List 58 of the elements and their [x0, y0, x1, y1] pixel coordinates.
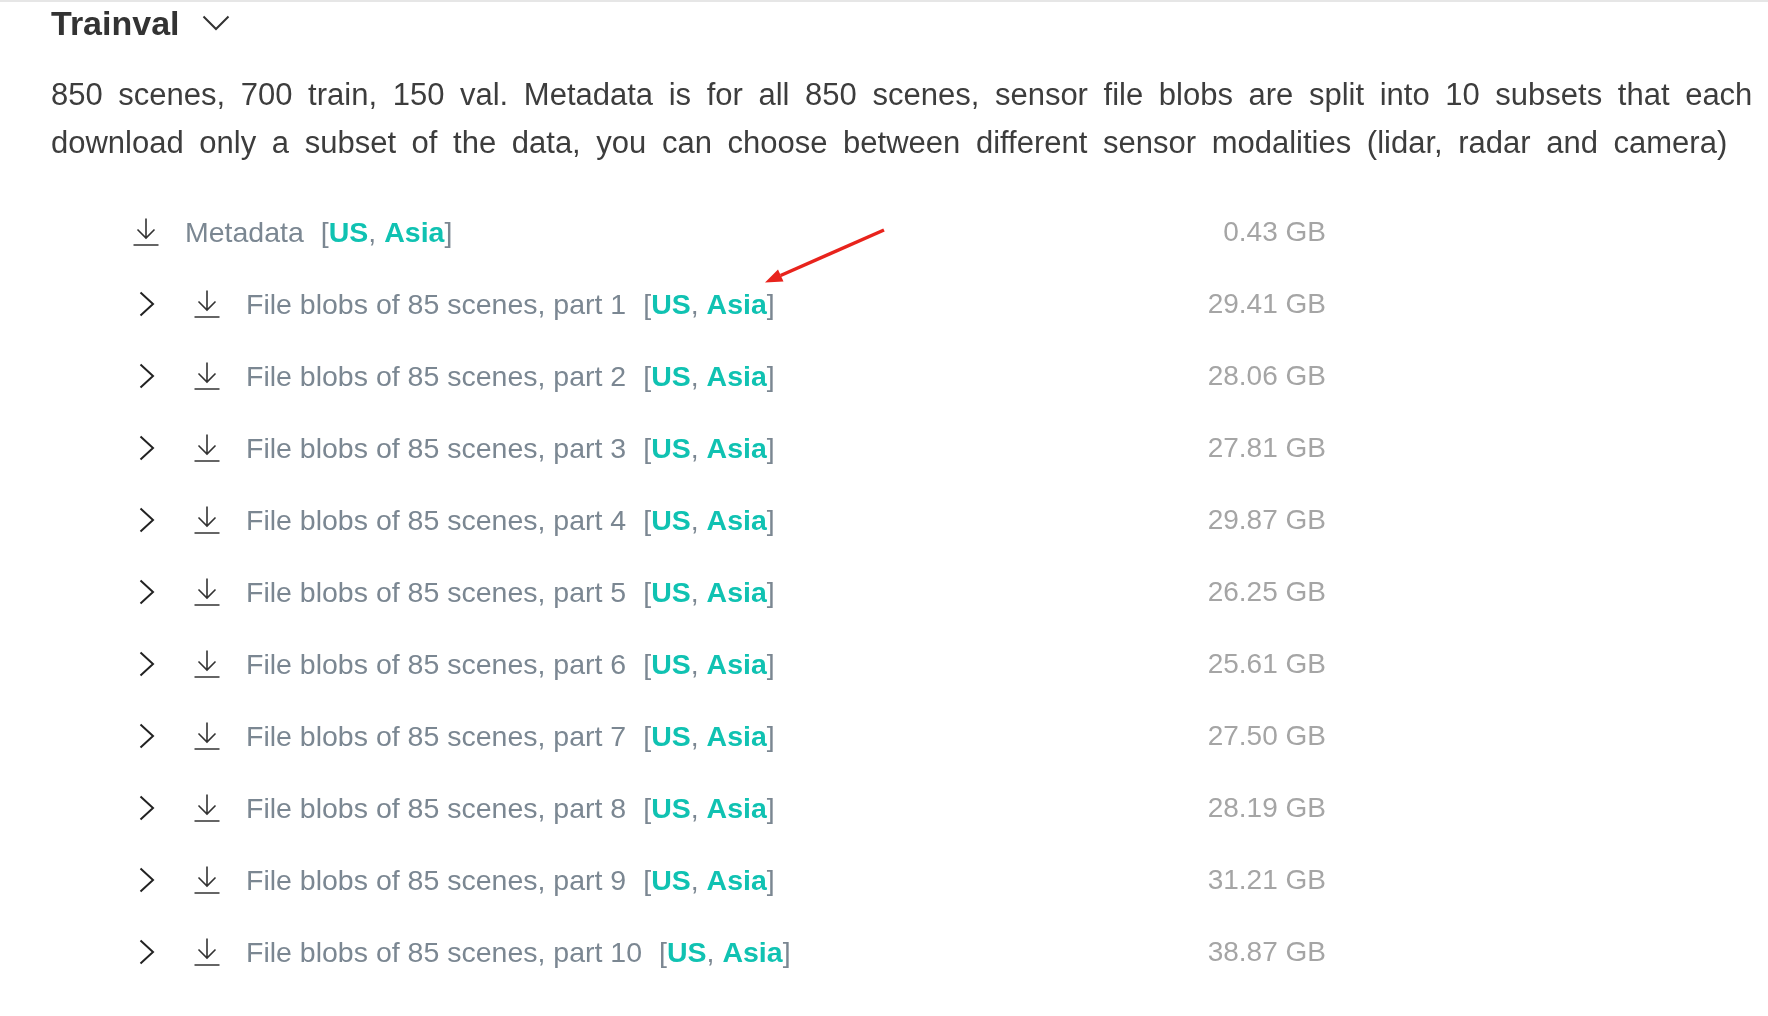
file-link[interactable]: File blobs of 85 scenes, part 5	[246, 574, 627, 610]
region-labels: [US, Asia]	[643, 647, 775, 682]
region-labels: [US, Asia]	[643, 719, 775, 754]
chevron-right-icon[interactable]	[138, 435, 155, 461]
file-size-text: 29.87 GB	[1207, 503, 1326, 537]
file-size-text: 38.87 GB	[1207, 935, 1326, 969]
file-size-text: 26.25 GB	[1207, 575, 1326, 609]
chevron-right-icon[interactable]	[138, 651, 155, 677]
chevron-right-icon[interactable]	[138, 795, 155, 821]
file-link[interactable]: File blobs of 85 scenes, part 8	[246, 790, 627, 826]
file-size-text: 27.81 GB	[1207, 431, 1326, 465]
download-icon[interactable]	[133, 218, 159, 246]
annotation-arrow-icon	[764, 228, 886, 284]
description-paragraph: 850 scenes, 700 train, 150 val. Metadata is for all 850 scenes, sensor file blobs are split into 10 subsets that each download only a subset of the data, you can choose between different sensor modalities (lidar, radar and camera)	[51, 76, 1754, 162]
file-link[interactable]: File blobs of 85 scenes, part 1	[246, 286, 627, 322]
file-link[interactable]: File blobs of 85 scenes, part 6	[246, 646, 627, 682]
file-link[interactable]: File blobs of 85 scenes, part 7	[246, 718, 627, 754]
region-labels: [US, Asia]	[643, 575, 775, 610]
download-icon[interactable]	[194, 362, 220, 390]
file-size-text: 27.50 GB	[1207, 719, 1326, 753]
chevron-right-icon[interactable]	[138, 939, 155, 965]
download-icon[interactable]	[194, 938, 220, 966]
download-icon[interactable]	[194, 434, 220, 462]
download-icon[interactable]	[194, 866, 220, 894]
chevron-right-icon[interactable]	[138, 291, 155, 317]
chevron-right-icon[interactable]	[138, 507, 155, 533]
file-size-text: 28.06 GB	[1207, 359, 1326, 393]
file-size-text: 25.61 GB	[1207, 647, 1326, 681]
section-title: Trainval	[51, 3, 180, 44]
file-size-text: 0.43 GB	[1223, 215, 1326, 249]
download-icon[interactable]	[194, 722, 220, 750]
file-link[interactable]: File blobs of 85 scenes, part 10	[246, 934, 643, 970]
chevron-right-icon[interactable]	[138, 579, 155, 605]
download-icon[interactable]	[194, 650, 220, 678]
download-icon[interactable]	[194, 506, 220, 534]
chevron-right-icon[interactable]	[138, 723, 155, 749]
chevron-down-icon[interactable]	[201, 15, 230, 31]
file-size-text: 29.41 GB	[1207, 287, 1326, 321]
download-icon[interactable]	[194, 578, 220, 606]
file-link[interactable]: Metadata	[185, 214, 304, 250]
region-labels: [US, Asia]	[643, 503, 775, 538]
file-size-text: 31.21 GB	[1207, 863, 1326, 897]
region-labels: [US, Asia]	[643, 287, 775, 322]
file-size-text: 28.19 GB	[1207, 791, 1326, 825]
region-labels: [US, Asia]	[320, 215, 453, 250]
file-link[interactable]: File blobs of 85 scenes, part 4	[246, 502, 627, 538]
region-labels: [US, Asia]	[643, 359, 775, 394]
file-link[interactable]: File blobs of 85 scenes, part 3	[246, 430, 627, 466]
download-icon[interactable]	[194, 794, 220, 822]
chevron-right-icon[interactable]	[138, 363, 155, 389]
file-link[interactable]: File blobs of 85 scenes, part 2	[246, 358, 627, 394]
file-link[interactable]: File blobs of 85 scenes, part 9	[246, 862, 627, 898]
region-labels: [US, Asia]	[643, 863, 775, 898]
region-labels: [US, Asia]	[659, 935, 791, 970]
chevron-right-icon[interactable]	[138, 867, 155, 893]
region-labels: [US, Asia]	[643, 431, 775, 466]
download-icon[interactable]	[194, 290, 220, 318]
region-labels: [US, Asia]	[643, 791, 775, 826]
